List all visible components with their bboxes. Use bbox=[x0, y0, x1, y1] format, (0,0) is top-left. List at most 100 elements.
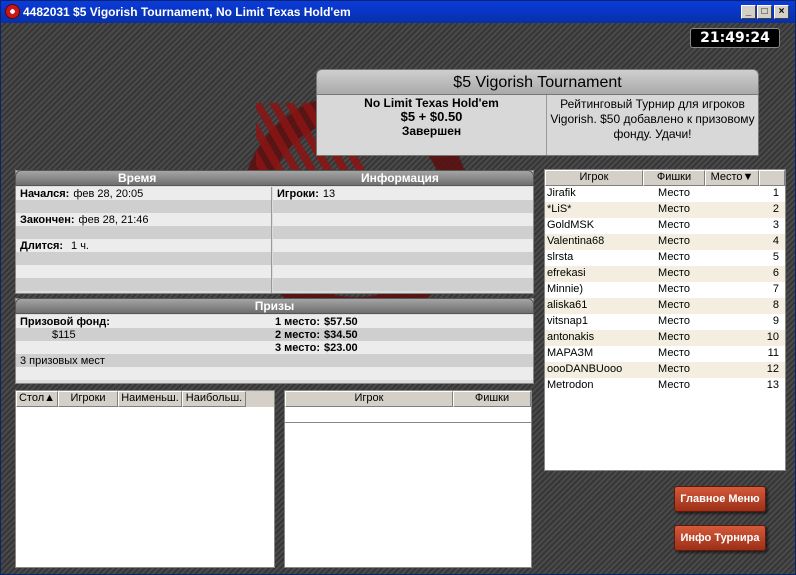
standing-place: 6 bbox=[772, 267, 779, 279]
standing-player-name: oooDANBUooo bbox=[547, 363, 623, 375]
standings-row[interactable]: МАРАЗМ Место 11 bbox=[545, 346, 785, 362]
standing-player-name: efrekasi bbox=[547, 267, 586, 279]
col-standing-place[interactable]: Место▼ bbox=[705, 170, 759, 186]
standing-place: 3 bbox=[772, 219, 779, 231]
prize-place-1: 1 место: $57.50 bbox=[275, 316, 358, 328]
standing-player-name: Jirafik bbox=[547, 187, 576, 199]
standing-chips: Место bbox=[658, 379, 690, 391]
standing-chips: Место bbox=[658, 267, 690, 279]
players-field: Игроки: 13 bbox=[277, 188, 336, 200]
clock-display: 21:49:24 bbox=[690, 28, 780, 48]
standing-player-name: Minnie) bbox=[547, 283, 584, 295]
tournament-lobby-window: 4482031 $5 Vigorish Tournament, No Limit… bbox=[0, 0, 796, 575]
standing-player-name: antonakis bbox=[547, 331, 595, 343]
col-standing-filler bbox=[759, 170, 785, 186]
col-chips[interactable]: Фишки bbox=[453, 391, 531, 407]
standing-place: 12 bbox=[766, 363, 779, 375]
standing-player-name: Metrodon bbox=[547, 379, 594, 391]
standing-place: 7 bbox=[772, 283, 779, 295]
standing-place: 11 bbox=[767, 347, 779, 359]
buy-in: $5 + $0.50 bbox=[400, 109, 463, 124]
tournament-info-button[interactable]: Инфо Турнира bbox=[674, 525, 766, 551]
standing-place: 13 bbox=[766, 379, 779, 391]
tables-grid[interactable]: Стол▲ Игроки Наименьш. Наибольш. bbox=[15, 390, 275, 568]
tables-grid-header: Стол▲ Игроки Наименьш. Наибольш. bbox=[16, 391, 274, 407]
time-info-panel: Время Информация Начался: фев 28, 20:05 З… bbox=[15, 170, 534, 294]
standing-player-name: vitsnap1 bbox=[547, 315, 588, 327]
title-bar[interactable]: 4482031 $5 Vigorish Tournament, No Limit… bbox=[1, 1, 795, 23]
prize-place-2: 2 место: $34.50 bbox=[275, 329, 358, 341]
game-type: No Limit Texas Hold'em bbox=[364, 96, 499, 110]
standing-player-name: Valentina68 bbox=[547, 235, 605, 247]
finished-field: Закончен: фев 28, 21:46 bbox=[20, 214, 149, 226]
tournament-header: $5 Vigorish Tournament No Limit Texas Ho… bbox=[316, 69, 759, 156]
standing-chips: Место bbox=[658, 283, 690, 295]
standing-chips: Место bbox=[658, 331, 690, 343]
standing-chips: Место bbox=[658, 187, 690, 199]
standings-row[interactable]: Jirafik Место 1 bbox=[545, 186, 785, 202]
standing-chips: Место bbox=[658, 363, 690, 375]
close-button[interactable]: × bbox=[774, 5, 789, 19]
standings-row[interactable]: slrsta Место 5 bbox=[545, 250, 785, 266]
standing-player-name: aliska61 bbox=[547, 299, 588, 311]
standings-row[interactable]: antonakis Место 10 bbox=[545, 330, 785, 346]
main-menu-button[interactable]: Главное Меню bbox=[674, 486, 766, 512]
col-standing-chips[interactable]: Фишки bbox=[643, 170, 705, 186]
client-area: 21:49:24 $5 Vigorish Tournament No Limit… bbox=[1, 23, 795, 574]
standings-row[interactable]: efrekasi Место 6 bbox=[545, 266, 785, 282]
tournament-status: Завершен bbox=[401, 124, 462, 138]
time-header-label: Время bbox=[118, 171, 157, 185]
standings-row[interactable]: Valentina68 Место 4 bbox=[545, 234, 785, 250]
standings-row[interactable]: GoldMSK Место 3 bbox=[545, 218, 785, 234]
tournament-title: $5 Vigorish Tournament bbox=[316, 69, 759, 95]
prize-pool-label: Призовой фонд: bbox=[20, 316, 110, 328]
standings-row[interactable]: Metrodon Место 13 bbox=[545, 378, 785, 394]
col-max[interactable]: Наибольш. bbox=[182, 391, 246, 407]
time-column: Начался: фев 28, 20:05 Закончен: фев 28, 2… bbox=[16, 187, 272, 293]
started-field: Начался: фев 28, 20:05 bbox=[20, 188, 144, 200]
standing-player-name: МАРАЗМ bbox=[547, 347, 594, 359]
col-filler bbox=[246, 391, 274, 407]
standing-place: 2 bbox=[772, 203, 779, 215]
standing-place: 4 bbox=[772, 235, 779, 247]
standing-chips: Место bbox=[658, 315, 690, 327]
standings-row[interactable]: vitsnap1 Место 9 bbox=[545, 314, 785, 330]
poker-chip-icon bbox=[5, 4, 20, 19]
standing-place: 9 bbox=[772, 315, 779, 327]
standing-place: 1 bbox=[772, 187, 779, 199]
standing-chips: Место bbox=[658, 251, 690, 263]
info-column: Игроки: 13 bbox=[273, 187, 533, 293]
col-standing-player[interactable]: Игрок bbox=[545, 170, 643, 186]
standings-row[interactable]: oooDANBUooo Место 12 bbox=[545, 362, 785, 378]
time-info-header: Время Информация bbox=[15, 170, 534, 186]
col-table[interactable]: Стол▲ bbox=[16, 391, 58, 407]
standings-grid[interactable]: Игрок Фишки Место▼ Jirafik Место 1 *LiS* Мес… bbox=[544, 169, 786, 471]
standings-row[interactable]: Minnie) Место 7 bbox=[545, 282, 785, 298]
tournament-description: Рейтинговый Турнир для игроков Vigorish.… bbox=[550, 97, 755, 141]
standing-chips: Место bbox=[658, 347, 690, 359]
standing-chips: Место bbox=[658, 203, 690, 215]
maximize-button[interactable]: □ bbox=[757, 5, 772, 19]
standing-chips: Место bbox=[658, 235, 690, 247]
standings-row[interactable]: *LiS* Место 2 bbox=[545, 202, 785, 218]
col-player[interactable]: Игрок bbox=[285, 391, 453, 407]
col-min[interactable]: Наименьш. bbox=[118, 391, 182, 407]
standings-rows: Jirafik Место 1 *LiS* Место 2 GoldMSK Место 3 Val… bbox=[545, 186, 785, 394]
tournament-summary: No Limit Texas Hold'em $5 + $0.50 Заверш… bbox=[317, 95, 547, 155]
standing-place: 8 bbox=[772, 299, 779, 311]
table-players-grid[interactable]: Игрок Фишки bbox=[284, 390, 532, 568]
table-players-grid-header: Игрок Фишки bbox=[285, 391, 531, 407]
duration-field: Длится: 1 ч. bbox=[20, 240, 89, 252]
col-players[interactable]: Игроки bbox=[58, 391, 118, 407]
standing-place: 10 bbox=[766, 331, 779, 343]
info-header-label: Информация bbox=[361, 171, 439, 185]
empty-row[interactable] bbox=[285, 407, 531, 423]
prize-pool-value: $115 bbox=[52, 329, 76, 341]
standing-player-name: GoldMSK bbox=[547, 219, 595, 231]
standing-chips: Место bbox=[658, 299, 690, 311]
prizes-body: Призовой фонд: $115 3 призовых мест 1 ме… bbox=[16, 315, 533, 383]
prize-place-3: 3 место: $23.00 bbox=[275, 342, 358, 354]
minimize-button[interactable]: _ bbox=[741, 5, 756, 19]
standing-chips: Место bbox=[658, 219, 690, 231]
standings-row[interactable]: aliska61 Место 8 bbox=[545, 298, 785, 314]
